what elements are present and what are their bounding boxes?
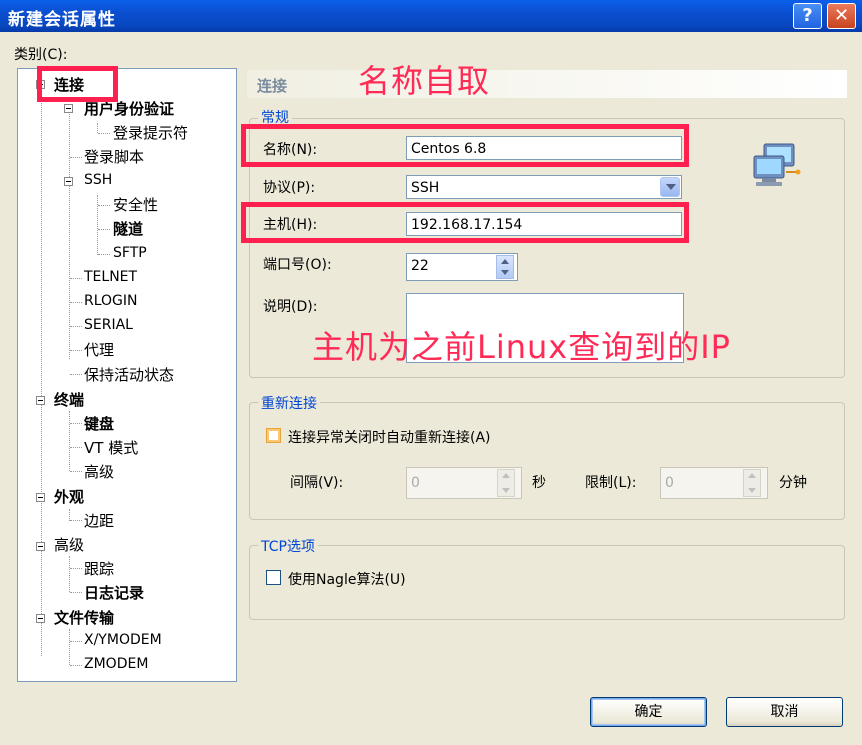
spin-up-icon[interactable] (501, 259, 509, 264)
port-label: 端口号(O): (263, 257, 332, 273)
nagle-checkbox[interactable] (266, 570, 281, 585)
tree-line (98, 254, 110, 255)
interval-spinner[interactable] (497, 469, 515, 497)
tree-item-security[interactable]: 安全性 (113, 194, 158, 215)
tree-item-login-script[interactable]: 登录脚本 (84, 146, 144, 167)
tree-line (70, 374, 82, 375)
spin-up-icon[interactable] (748, 473, 756, 478)
interval-label: 间隔(V): (290, 475, 344, 491)
tree-line (98, 133, 110, 134)
spin-up-icon[interactable] (502, 473, 510, 478)
tree-item-terminal[interactable]: 终端 (54, 389, 84, 410)
tree-line (41, 85, 42, 400)
nagle-label: 使用Nagle算法(U) (288, 572, 406, 588)
highlight-box-host (241, 202, 689, 243)
tree-line (70, 665, 82, 666)
tree-line (69, 629, 70, 665)
tree-line (70, 520, 82, 521)
tree-line (70, 568, 82, 569)
category-tree[interactable]: 连接 用户身份验证 登录提示符 登录脚本 SSH 安全性 隧道 SFTP TEL… (17, 68, 237, 682)
tree-item-terminal-advanced[interactable]: 高级 (84, 461, 114, 482)
tree-line (98, 229, 110, 230)
tree-item-telnet[interactable]: TELNET (84, 269, 137, 285)
tree-item-vt-mode[interactable]: VT 模式 (84, 437, 138, 458)
reconnect-legend: 重新连接 (258, 393, 320, 413)
tree-line (70, 278, 82, 279)
tree-line (70, 423, 82, 424)
tree-item-advanced[interactable]: 高级 (54, 534, 84, 555)
tree-item-rlogin[interactable]: RLOGIN (84, 293, 138, 309)
limit-label: 限制(L): (585, 475, 637, 491)
network-computer-icon (753, 143, 801, 186)
tree-item-sftp[interactable]: SFTP (113, 245, 147, 261)
annotation-name-note: 名称自取 (358, 62, 491, 100)
collapse-toggle-icon[interactable] (64, 104, 73, 113)
protocol-select[interactable]: SSH (406, 175, 682, 199)
tree-item-appearance[interactable]: 外观 (54, 486, 84, 507)
tree-line (97, 195, 98, 255)
auto-reconnect-label: 连接异常关闭时自动重新连接(A) (288, 430, 491, 446)
tree-line (69, 411, 70, 471)
tree-item-keepalive[interactable]: 保持活动状态 (84, 364, 174, 385)
reconnect-group (249, 402, 845, 520)
collapse-toggle-icon[interactable] (36, 614, 45, 623)
tree-line (70, 350, 82, 351)
protocol-label: 协议(P): (263, 180, 316, 196)
tree-line (70, 471, 82, 472)
help-button[interactable]: ? (793, 3, 822, 29)
ok-button[interactable]: 确定 (590, 697, 707, 727)
tree-item-xymodem[interactable]: X/YMODEM (84, 632, 162, 648)
auto-reconnect-checkbox[interactable] (266, 428, 281, 443)
description-label: 说明(D): (263, 299, 318, 315)
title-bar: 新建会话属性 ? ✕ (0, 0, 862, 32)
tree-item-ssh[interactable]: SSH (84, 172, 112, 188)
tree-line (70, 447, 82, 448)
spin-down-icon[interactable] (502, 488, 510, 493)
chevron-down-icon[interactable] (660, 177, 680, 197)
collapse-toggle-icon[interactable] (64, 177, 73, 186)
limit-unit: 分钟 (779, 475, 807, 491)
tree-line (70, 302, 82, 303)
tree-item-login-prompt[interactable]: 登录提示符 (113, 122, 188, 143)
tree-item-keyboard[interactable]: 键盘 (84, 413, 114, 434)
category-label: 类别(C): (14, 47, 68, 63)
close-button[interactable]: ✕ (827, 3, 856, 29)
tree-item-file-transfer[interactable]: 文件传输 (54, 607, 114, 628)
tree-line (70, 157, 82, 158)
tree-item-logging[interactable]: 日志记录 (84, 582, 144, 603)
interval-unit: 秒 (532, 475, 546, 491)
collapse-toggle-icon[interactable] (36, 493, 45, 502)
tree-item-margins[interactable]: 边距 (84, 510, 114, 531)
tree-line (70, 641, 82, 642)
annotation-host-note: 主机为之前Linux查询到的IP (312, 328, 731, 366)
limit-spinner[interactable] (743, 469, 761, 497)
tcp-legend: TCP选项 (258, 536, 318, 556)
tree-item-serial[interactable]: SERIAL (84, 317, 133, 333)
tree-line (70, 326, 82, 327)
cancel-button[interactable]: 取消 (726, 697, 843, 727)
tree-item-tunnel[interactable]: 隧道 (113, 218, 143, 239)
spin-down-icon[interactable] (748, 488, 756, 493)
section-header: 连接 (247, 70, 847, 98)
tree-line (97, 123, 98, 133)
tree-item-trace[interactable]: 跟踪 (84, 558, 114, 579)
tree-line (69, 556, 70, 592)
tree-item-proxy[interactable]: 代理 (84, 339, 114, 360)
port-spinner[interactable] (496, 255, 514, 279)
tree-line (98, 205, 110, 206)
highlight-box-name (241, 124, 689, 167)
tree-line (70, 592, 82, 593)
spin-down-icon[interactable] (501, 270, 509, 275)
highlight-box-connection (37, 66, 118, 102)
tree-item-zmodem[interactable]: ZMODEM (84, 656, 148, 672)
tree-line (69, 109, 70, 359)
collapse-toggle-icon[interactable] (36, 396, 45, 405)
window-title: 新建会话属性 (8, 10, 116, 30)
collapse-toggle-icon[interactable] (36, 542, 45, 551)
